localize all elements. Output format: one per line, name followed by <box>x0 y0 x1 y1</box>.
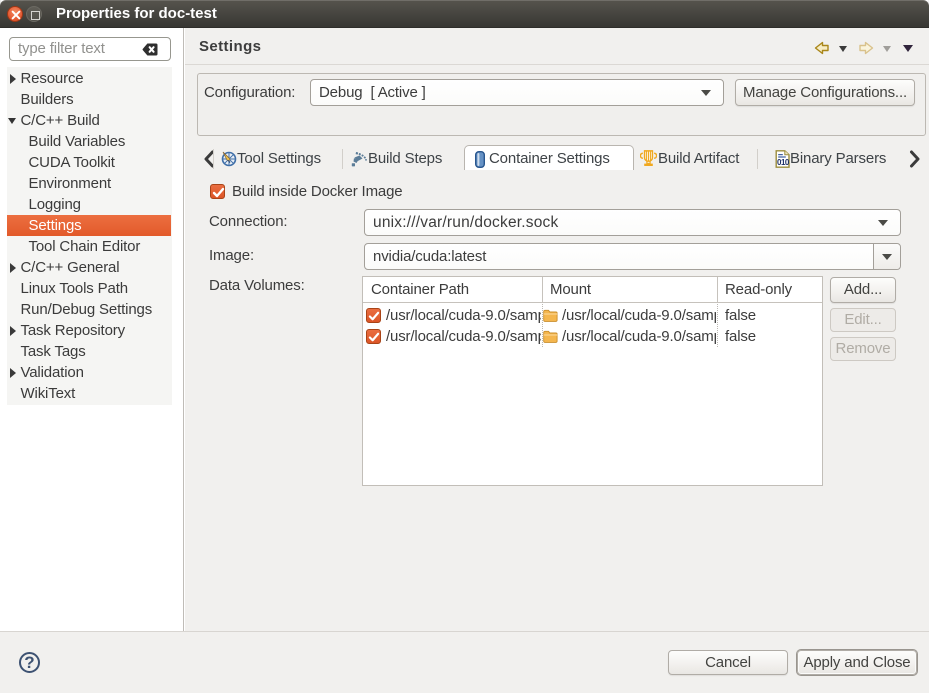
svg-text:010: 010 <box>777 158 790 167</box>
